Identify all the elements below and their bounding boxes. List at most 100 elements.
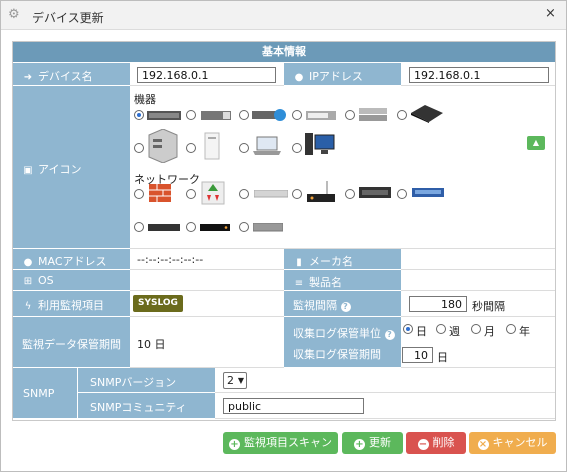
snmp-version-label-cell: SNMPバージョン bbox=[77, 368, 215, 393]
server-tower-gray-icon bbox=[148, 129, 178, 163]
cancel-button[interactable]: × キャンセル bbox=[469, 432, 556, 454]
mac-label-cell: ● MACアドレス bbox=[13, 249, 130, 270]
icon-radio-router-black[interactable] bbox=[186, 222, 196, 232]
monitoring-items-value-cell: SYSLOG bbox=[130, 291, 284, 317]
icon-radio-laptop[interactable] bbox=[239, 143, 249, 153]
log-unit-radio-year[interactable] bbox=[506, 324, 516, 334]
windows-icon: ⊞ bbox=[23, 276, 33, 287]
section-header: 基本情報 bbox=[13, 42, 555, 62]
snmp-community-label-cell: SNMPコミュニティ bbox=[77, 393, 215, 419]
icon-radio-switch-blue[interactable] bbox=[397, 189, 407, 199]
desktop-pc-icon bbox=[305, 133, 335, 155]
log-unit-option-day: 日 bbox=[416, 325, 427, 338]
icon-radio-server-rack-1[interactable] bbox=[134, 110, 144, 120]
icon-radio-server-tower-gray[interactable] bbox=[134, 143, 144, 153]
ip-address-input[interactable] bbox=[409, 67, 549, 83]
log-label-cell: 収集ログ保管単位 ? 収集ログ保管期間 bbox=[284, 317, 401, 368]
snmp-label: SNMP bbox=[23, 387, 55, 400]
icon-radio-switch-dark[interactable] bbox=[345, 189, 355, 199]
log-unit-option-month: 月 bbox=[484, 325, 495, 338]
laptop-icon bbox=[253, 136, 281, 155]
interval-value-cell: 秒間隔 bbox=[401, 291, 555, 317]
building-icon: ▮ bbox=[296, 257, 302, 268]
icon-radio-switch-small[interactable] bbox=[134, 222, 144, 232]
maker-label-cell: ▮ メーカ名 bbox=[284, 249, 401, 270]
monitoring-items-label-cell: ϟ 利用監視項目 bbox=[13, 291, 130, 317]
icon-radio-router-arrows[interactable] bbox=[186, 189, 196, 199]
image-icon: ▣ bbox=[23, 165, 33, 176]
snmp-community-label: SNMPコミュニティ bbox=[90, 401, 187, 414]
snmp-version-value-cell: 2 ▼ bbox=[215, 368, 555, 393]
minus-circle-icon: − bbox=[417, 439, 429, 450]
icon-radio-server-rack-4[interactable] bbox=[345, 110, 355, 120]
scan-button[interactable]: + 監視項目スキャン bbox=[223, 432, 338, 454]
server-globe-icon bbox=[252, 109, 286, 121]
log-period-unit: 日 bbox=[437, 351, 448, 364]
collapse-toggle-button[interactable]: ▲ bbox=[527, 136, 545, 150]
title-bar: ⚙ デバイス更新 × bbox=[1, 1, 566, 30]
switch-dark-icon bbox=[359, 187, 391, 198]
retention-value-cell: 10 日 bbox=[130, 317, 284, 368]
monitoring-interval-input[interactable] bbox=[409, 296, 467, 312]
log-unit-option-week: 週 bbox=[449, 325, 460, 338]
snmp-version-label: SNMPバージョン bbox=[90, 376, 177, 389]
log-unit-radio-day[interactable] bbox=[403, 324, 413, 334]
retention-label: 監視データ保管期間 bbox=[22, 338, 121, 351]
switch-light-icon bbox=[254, 190, 288, 198]
icon-radio-server-tower-white[interactable] bbox=[186, 143, 196, 153]
icon-label-cell: ▣ アイコン bbox=[13, 86, 130, 249]
log-unit-radio-month[interactable] bbox=[471, 324, 481, 334]
globe-icon: ● bbox=[294, 72, 304, 83]
plus-circle-icon: + bbox=[229, 439, 240, 450]
icon-radio-server-dark-box[interactable] bbox=[397, 110, 407, 120]
retention-label-cell: 監視データ保管期間 bbox=[13, 317, 130, 368]
icon-radio-desktop-pc[interactable] bbox=[292, 143, 302, 153]
icon-picker: 機器 ネットワーク ▲ bbox=[130, 86, 555, 249]
monitoring-interval-label: 監視間隔 bbox=[293, 299, 337, 312]
close-circle-icon: × bbox=[477, 439, 489, 450]
question-icon[interactable]: ? bbox=[340, 302, 351, 312]
bolt-icon: ϟ bbox=[24, 301, 32, 312]
delete-button[interactable]: − 削除 bbox=[406, 432, 466, 454]
icon-radio-firewall[interactable] bbox=[134, 189, 144, 199]
server-rack-4-icon bbox=[359, 108, 387, 121]
plus-circle-icon: + bbox=[354, 439, 365, 450]
server-tower-white-icon bbox=[204, 132, 220, 160]
update-button-label: 更新 bbox=[369, 436, 391, 449]
os-label: OS bbox=[38, 274, 54, 287]
device-name-input[interactable] bbox=[137, 67, 276, 83]
icon-radio-switch-gray[interactable] bbox=[239, 222, 249, 232]
device-name-label-cell: ➜ デバイス名 bbox=[13, 63, 130, 86]
product-value-cell bbox=[401, 270, 555, 291]
device-update-dialog: ⚙ デバイス更新 × 基本情報 ➜ デバイス名 ● IPアドレス ▣ アイコン 機器 … bbox=[0, 0, 567, 472]
scan-button-label: 監視項目スキャン bbox=[244, 436, 332, 449]
log-period-input[interactable] bbox=[402, 347, 433, 363]
maker-value-cell bbox=[401, 249, 555, 270]
log-unit-label: 収集ログ保管単位 bbox=[293, 327, 381, 340]
wireless-router-icon bbox=[307, 181, 335, 202]
log-value-cell: 日 週 月 年 日 bbox=[401, 317, 555, 368]
icon-radio-server-globe[interactable] bbox=[239, 110, 249, 120]
question-icon[interactable]: ? bbox=[384, 330, 395, 340]
icon-radio-switch-light[interactable] bbox=[239, 189, 249, 199]
snmp-version-select[interactable]: 2 ▼ bbox=[223, 372, 247, 389]
retention-value: 10 日 bbox=[137, 338, 166, 351]
ip-address-label: IPアドレス bbox=[309, 70, 363, 83]
device-name-label: デバイス名 bbox=[38, 70, 93, 83]
mac-address-value: --:--:--:--:--:-- bbox=[137, 253, 204, 266]
snmp-label-cell: SNMP bbox=[13, 368, 77, 419]
maker-name-label: メーカ名 bbox=[309, 255, 353, 268]
icon-radio-wireless-router[interactable] bbox=[292, 189, 302, 199]
log-period-label: 収集ログ保管期間 bbox=[293, 348, 381, 361]
close-icon[interactable]: × bbox=[545, 6, 556, 21]
mac-address-label: MACアドレス bbox=[38, 255, 107, 268]
update-button[interactable]: + 更新 bbox=[342, 432, 403, 454]
mac-value-cell: --:--:--:--:--:-- bbox=[130, 249, 284, 270]
snmp-community-input[interactable] bbox=[223, 398, 364, 414]
icon-radio-server-rack-3[interactable] bbox=[292, 110, 302, 120]
server-rack-1-icon bbox=[147, 111, 181, 120]
server-dark-box-icon bbox=[411, 105, 443, 123]
ip-address-value-cell bbox=[401, 63, 555, 86]
log-unit-radio-week[interactable] bbox=[436, 324, 446, 334]
icon-radio-server-rack-2[interactable] bbox=[186, 110, 196, 120]
